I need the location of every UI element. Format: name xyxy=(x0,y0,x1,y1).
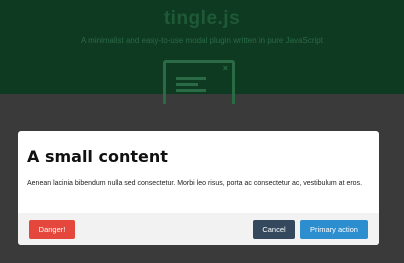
close-icon: × xyxy=(222,63,228,73)
modal-dialog: A small content Aenean lacinia bibendum … xyxy=(18,131,379,245)
danger-button[interactable]: Danger! xyxy=(29,220,75,239)
background-subtitle: A minimalist and easy-to-use modal plugi… xyxy=(81,36,323,45)
modal-footer: Danger! Cancel Primary action xyxy=(18,213,379,245)
primary-action-button[interactable]: Primary action xyxy=(300,220,368,239)
logo-line xyxy=(176,77,206,80)
logo-line xyxy=(176,83,198,86)
modal-window-icon: × xyxy=(163,60,235,104)
background-title: tingle.js xyxy=(163,8,241,29)
cancel-button[interactable]: Cancel xyxy=(253,220,295,239)
logo-line xyxy=(176,89,206,92)
modal-body-text: Aenean lacinia bibendum nulla sed consec… xyxy=(27,180,363,187)
modal-title: A small content xyxy=(27,147,168,166)
